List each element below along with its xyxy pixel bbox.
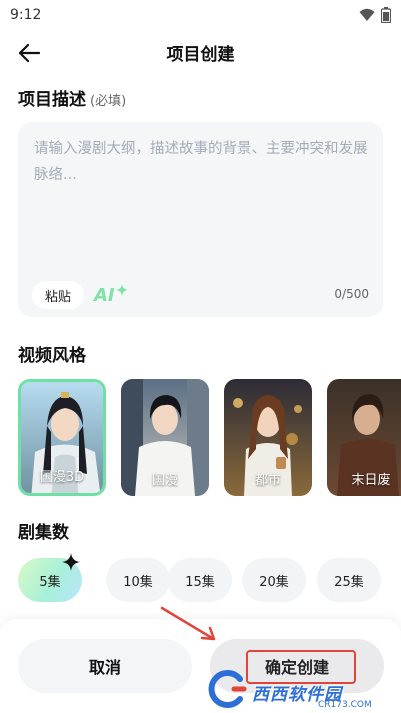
episode-option-25[interactable]: 25集 [317, 558, 381, 602]
style-card-label: 国漫3D [39, 470, 85, 485]
status-time: 9:12 [10, 7, 42, 23]
arrow-left-icon [18, 43, 40, 63]
style-card-label: 末日废 [351, 473, 391, 488]
sparkle-icon [115, 284, 128, 296]
description-box: 粘贴 AI 0/500 [18, 122, 383, 317]
video-style-section-title: 视频风格 [18, 341, 86, 366]
sparkle-icon [62, 553, 80, 571]
description-title: 项目描述 [18, 90, 86, 110]
status-bar: 9:12 [0, 0, 401, 30]
style-card-apocalypse[interactable]: 末日废 [327, 379, 401, 496]
episode-option-20[interactable]: 20集 [242, 558, 306, 602]
required-hint: (必填) [90, 94, 127, 109]
style-card-label: 都市 [254, 473, 281, 488]
video-style-list: 国漫3D 国漫 都市 末日废 [18, 379, 401, 497]
description-input[interactable] [34, 136, 369, 266]
app-header: 项目创建 [0, 30, 401, 74]
episode-option-10[interactable]: 10集 [106, 558, 170, 602]
confirm-create-button[interactable]: 确定创建 [210, 639, 384, 693]
video-style-title: 视频风格 [18, 346, 86, 366]
paste-button[interactable]: 粘贴 [32, 281, 84, 309]
cancel-button[interactable]: 取消 [18, 639, 192, 693]
back-button[interactable] [14, 38, 44, 68]
wifi-icon [359, 8, 375, 21]
episodes-section-title: 剧集数 [18, 518, 69, 543]
status-icons [359, 7, 391, 23]
battery-icon [381, 7, 391, 23]
ai-generate-button[interactable]: AI [94, 282, 128, 308]
style-card-dushi[interactable]: 都市 [224, 379, 312, 496]
episodes-title: 剧集数 [18, 523, 69, 543]
style-card-guoman-3d[interactable]: 国漫3D [18, 379, 106, 496]
ai-label: AI [94, 284, 115, 306]
page-title: 项目创建 [166, 44, 235, 65]
style-card-label: 国漫 [151, 473, 178, 488]
style-card-guoman[interactable]: 国漫 [121, 379, 209, 496]
description-section-title: 项目描述 (必填) [18, 85, 126, 110]
char-count: 0/500 [334, 287, 369, 301]
episode-option-15[interactable]: 15集 [168, 558, 232, 602]
